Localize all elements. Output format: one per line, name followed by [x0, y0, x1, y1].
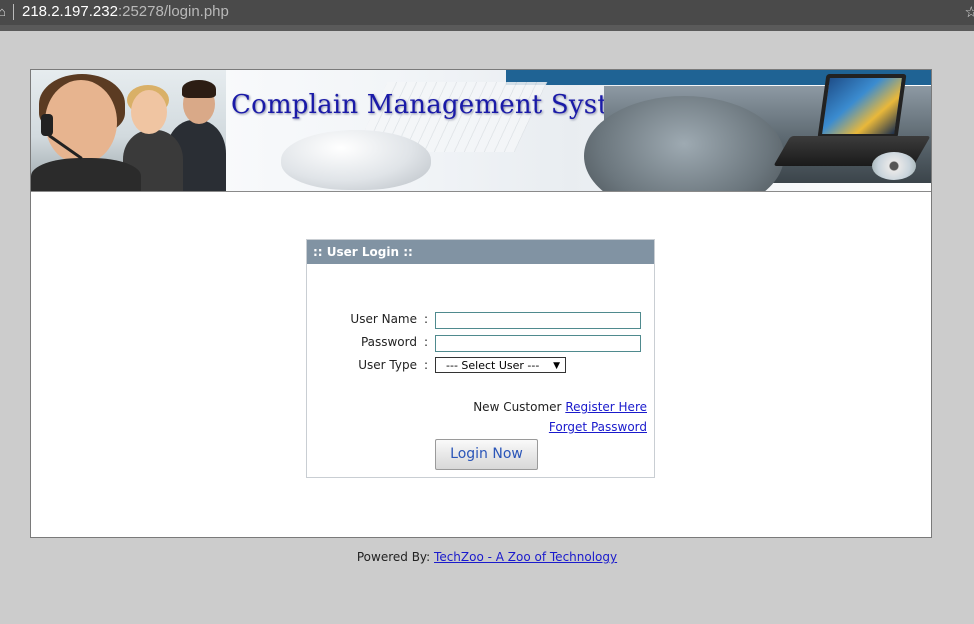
register-link[interactable]: Register Here: [565, 400, 647, 414]
cd-disc-icon: [872, 152, 916, 180]
footer: Powered By: TechZoo - A Zoo of Technolog…: [0, 550, 974, 564]
headset-icon: [41, 114, 53, 136]
site-title: Complain Management System: [231, 90, 649, 120]
login-panel-header: :: User Login ::: [307, 240, 654, 264]
bookmark-star-icon[interactable]: ☆: [965, 3, 974, 21]
username-row: User Name :: [307, 312, 654, 332]
person-head: [131, 90, 167, 134]
header-banner: Complain Management System: [31, 70, 931, 192]
laptop-image: [584, 74, 931, 191]
username-input[interactable]: [435, 312, 641, 329]
page-container: Complain Management System :: User Login…: [30, 69, 932, 538]
laptop-screen-icon: [817, 74, 907, 138]
url-path: :25278/login.php: [117, 3, 229, 20]
username-label: User Name: [350, 312, 417, 326]
password-row: Password :: [307, 335, 654, 355]
register-line: New Customer Register Here: [473, 400, 647, 414]
usertype-label: User Type: [358, 358, 417, 372]
background-shape: [584, 96, 784, 191]
mouse-image: [281, 130, 431, 190]
usertype-select[interactable]: --- Select User --- ▼: [435, 357, 566, 373]
forget-line: Forget Password: [549, 420, 647, 434]
url-host: 218.2.197.232: [22, 3, 118, 20]
page-info-icon[interactable]: ⌂: [0, 4, 6, 19]
support-team-image: [31, 70, 226, 191]
login-panel: :: User Login :: User Name : Password : …: [306, 239, 655, 478]
techzoo-link[interactable]: TechZoo - A Zoo of Technology: [434, 550, 617, 564]
url-text[interactable]: 218.2.197.232:25278/login.php: [22, 3, 229, 20]
person-body: [31, 158, 141, 191]
password-label: Password: [360, 335, 417, 349]
address-divider: [13, 4, 14, 20]
colon: :: [424, 335, 429, 349]
usertype-row: User Type : --- Select User --- ▼: [307, 357, 654, 378]
new-customer-text: New Customer: [473, 400, 562, 414]
colon: :: [424, 312, 429, 326]
dropdown-arrow-icon: ▼: [553, 361, 560, 371]
address-bar[interactable]: ⌂ 218.2.197.232:25278/login.php ☆: [0, 0, 974, 25]
person-hair: [182, 80, 216, 98]
powered-by-text: Powered By:: [356, 550, 431, 564]
colon: :: [424, 358, 429, 372]
toolbar-divider: [0, 25, 974, 31]
person-head: [45, 80, 117, 164]
usertype-selected-value: --- Select User ---: [446, 359, 540, 372]
password-input[interactable]: [435, 335, 641, 352]
login-button[interactable]: Login Now: [435, 439, 538, 470]
forget-password-link[interactable]: Forget Password: [549, 420, 647, 434]
